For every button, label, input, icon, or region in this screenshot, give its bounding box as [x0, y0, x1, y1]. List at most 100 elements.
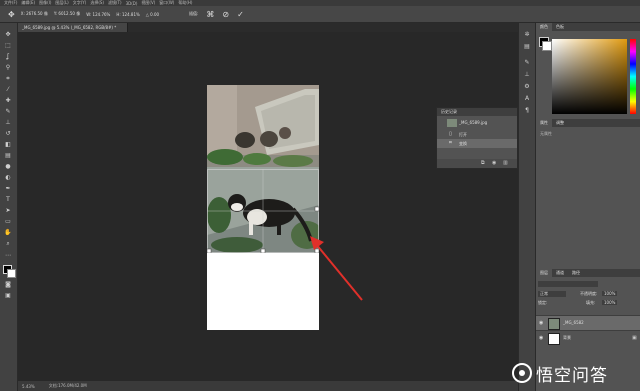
eyedropper-icon[interactable]: ⁄: [4, 86, 12, 94]
gradient-tool-icon[interactable]: ▤: [4, 152, 12, 160]
red-arrow-annotation: [310, 236, 363, 301]
3d-panel-icon[interactable]: ✲: [522, 31, 532, 39]
transform-icon: ⌗: [449, 140, 452, 146]
history-snapshot[interactable]: _MG_6589.jpg: [437, 116, 517, 130]
status-bar: 5.43% 文档:176.0M/42.0M: [18, 381, 518, 391]
lock-label: 锁定:: [538, 300, 548, 305]
watermark-text: 悟空问答: [536, 365, 608, 386]
opacity-value[interactable]: 100%: [602, 291, 618, 296]
tab-color[interactable]: 颜色: [536, 23, 552, 31]
marquee-tool-icon[interactable]: ⬚: [4, 42, 12, 50]
brush-panel-icon[interactable]: ✎: [522, 59, 532, 67]
menu-3d[interactable]: 3D(D): [126, 1, 138, 6]
character-panel-icon[interactable]: A: [522, 95, 532, 103]
tab-layers[interactable]: 图层: [536, 269, 552, 277]
lasso-tool-icon[interactable]: ʆ: [4, 53, 12, 61]
wukong-watermark: 悟空问答: [512, 355, 640, 391]
adjust-icon[interactable]: ⚙: [522, 83, 532, 91]
pen-tool-icon[interactable]: ✒: [4, 185, 12, 193]
height-field[interactable]: H: 124.81%: [116, 12, 139, 17]
rotate-angle-field[interactable]: △ 0.00: [146, 12, 159, 17]
tab-adjustments[interactable]: 调整: [552, 119, 568, 127]
width-field[interactable]: W: 124.76%: [86, 12, 110, 17]
tab-paths[interactable]: 路径: [568, 269, 584, 277]
history-step-label: 打开: [459, 132, 467, 137]
trash-icon[interactable]: ▥: [503, 160, 508, 166]
magic-wand-icon[interactable]: ⚲: [4, 64, 12, 72]
tab-swatches[interactable]: 色板: [552, 23, 568, 31]
color-panel-tabs: 颜色 色板: [536, 23, 640, 31]
quick-mask-icon[interactable]: ◙: [4, 281, 12, 289]
layer-name: 背景: [563, 335, 571, 340]
layer-filter-bar[interactable]: [538, 281, 598, 287]
path-select-icon[interactable]: ➤: [4, 207, 12, 215]
type-tool-icon[interactable]: T: [4, 196, 12, 204]
lock-icon: ▣: [632, 335, 637, 341]
cancel-icon[interactable]: ⊘: [222, 10, 229, 19]
visibility-eye-icon[interactable]: ◉: [539, 331, 543, 345]
options-bar: ✥ X: 2676.50 像 Y: 6012.50 像 W: 124.76% H…: [0, 6, 640, 23]
visibility-eye-icon[interactable]: ◉: [539, 316, 543, 330]
clone-source-icon[interactable]: ⊥: [522, 71, 532, 79]
hand-tool-icon[interactable]: ✋: [4, 229, 12, 237]
opacity-label: 不透明度:: [580, 291, 598, 296]
hue-slider[interactable]: [630, 39, 636, 114]
move-tool-preset-icon[interactable]: ✥: [8, 10, 15, 19]
shape-tool-icon[interactable]: ▭: [4, 218, 12, 226]
layers-panel-tabs: 图层 通道 路径: [536, 269, 640, 277]
layer-thumbnail: [548, 318, 560, 330]
cat-photo: [207, 85, 319, 253]
document-tab[interactable]: _MG_6589.jpg @ 5.43% (_MG_6582, RGB/8#) …: [18, 23, 128, 32]
document-tabs: _MG_6589.jpg @ 5.43% (_MG_6582, RGB/8#) …: [18, 23, 518, 32]
brush-tool-icon[interactable]: ✎: [4, 108, 12, 116]
interpolation-label: 插值:: [189, 11, 199, 16]
dodge-tool-icon[interactable]: ◐: [4, 174, 12, 182]
document-size: 文档:176.0M/42.0M: [48, 383, 87, 388]
history-step-label: 变换: [459, 141, 467, 146]
history-footer: ⧉ ◉ ▥: [437, 159, 517, 168]
tab-properties[interactable]: 属性: [536, 119, 552, 127]
properties-empty-text: 无属性: [540, 131, 552, 136]
history-panel: 历史记录 _MG_6589.jpg ▯ 打开 ⌗ 变换 ⧉ ◉ ▥: [436, 107, 518, 169]
layer-thumbnail: [548, 333, 560, 345]
paragraph-panel-icon[interactable]: ¶: [522, 107, 532, 115]
snapshot-name: _MG_6589.jpg: [459, 120, 488, 125]
x-position-field[interactable]: X: 2676.50 像: [21, 11, 48, 17]
transformed-photo-layer[interactable]: [207, 85, 319, 253]
layer-row-background[interactable]: ◉ 背景 ▣: [536, 330, 640, 345]
tools-panel: ✥ ⬚ ʆ ⚲ ⌗ ⁄ ✚ ✎ ⊥ ↺ ◧ ▤ ● ◐ ✒ T ➤ ▭ ✋ ⌕ …: [0, 23, 18, 391]
more-tools-icon[interactable]: ⋯: [4, 252, 12, 260]
zoom-tool-icon[interactable]: ⌕: [4, 240, 12, 248]
camera-snapshot-icon[interactable]: ◉: [492, 160, 496, 166]
fill-value[interactable]: 100%: [602, 300, 618, 305]
y-position-field[interactable]: Y: 6012.50 像: [54, 11, 80, 17]
snapshot-thumbnail: [447, 119, 457, 127]
clone-stamp-icon[interactable]: ⊥: [4, 119, 12, 127]
crop-tool-icon[interactable]: ⌗: [4, 75, 12, 83]
zoom-level[interactable]: 5.43%: [22, 384, 35, 389]
color-bg-swatch[interactable]: [542, 41, 552, 51]
new-document-from-state-icon[interactable]: ⧉: [481, 160, 485, 166]
history-panel-title: 历史记录: [437, 108, 517, 116]
fill-label: 填充:: [586, 300, 596, 305]
history-brush-icon[interactable]: ↺: [4, 130, 12, 138]
tab-channels[interactable]: 通道: [552, 269, 568, 277]
history-panel-icon[interactable]: ▤: [522, 43, 532, 51]
right-panels: 颜色 色板 属性 调整 无属性 图层 通道 路径 正常 不透明度: 100% 锁…: [535, 23, 640, 391]
layer-row-mg6582[interactable]: ◉ _MG_6582: [536, 315, 640, 330]
properties-panel-tabs: 属性 调整: [536, 119, 640, 127]
move-tool-icon[interactable]: ✥: [4, 31, 12, 39]
history-step-open[interactable]: ▯ 打开: [437, 130, 517, 139]
healing-brush-icon[interactable]: ✚: [4, 97, 12, 105]
panel-icon-dock: ✲ ▤ ✎ ⊥ ⚙ A ¶: [518, 23, 535, 391]
warp-icon[interactable]: ⌘: [206, 10, 214, 19]
history-step-transform[interactable]: ⌗ 变换: [437, 139, 517, 148]
blur-tool-icon[interactable]: ●: [4, 163, 12, 171]
color-picker-field[interactable]: [552, 39, 627, 114]
commit-icon[interactable]: ✓: [237, 10, 244, 19]
screen-mode-icon[interactable]: ▣: [4, 292, 12, 300]
background-color-swatch[interactable]: [7, 269, 16, 278]
layer-name: _MG_6582: [563, 320, 584, 325]
blend-mode-select[interactable]: 正常: [538, 291, 566, 297]
eraser-icon[interactable]: ◧: [4, 141, 12, 149]
